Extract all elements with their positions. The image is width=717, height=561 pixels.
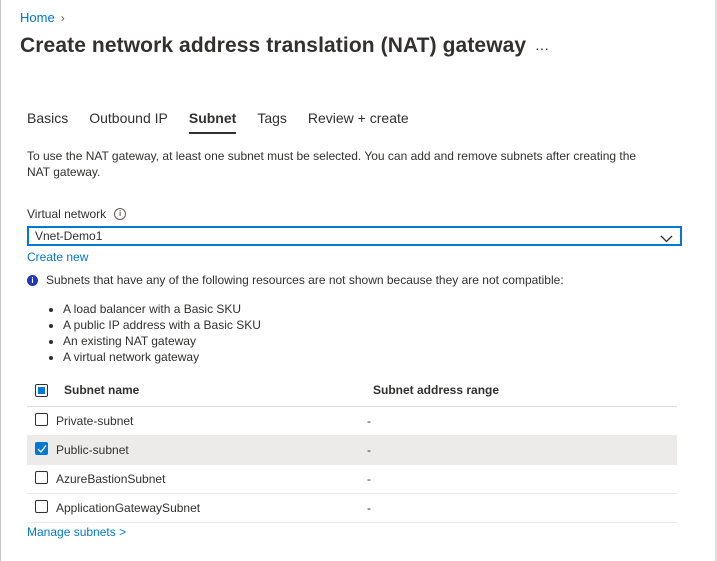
row-checkbox[interactable] <box>35 442 48 455</box>
table-row[interactable]: ApplicationGatewaySubnet - <box>27 494 677 523</box>
page-title: Create network address translation (NAT)… <box>20 34 527 57</box>
breadcrumb: Home › <box>20 10 65 25</box>
row-checkbox[interactable] <box>35 413 48 426</box>
table-row[interactable]: Public-subnet - <box>27 436 677 465</box>
subnet-range-cell: - <box>367 443 371 457</box>
subnet-range-cell: - <box>367 501 371 515</box>
row-checkbox[interactable] <box>35 471 48 484</box>
tab-basics[interactable]: Basics <box>27 110 68 134</box>
more-options-button[interactable]: ··· <box>535 40 549 56</box>
incompatible-resource-list: A load balancer with a Basic SKU A publi… <box>27 301 261 365</box>
subnet-name-cell: ApplicationGatewaySubnet <box>56 501 201 515</box>
partial-check-mark <box>38 387 45 394</box>
virtual-network-label: Virtual network <box>27 207 107 221</box>
subnet-name-cell: Public-subnet <box>56 443 129 457</box>
breadcrumb-home-link[interactable]: Home <box>20 10 55 25</box>
table-row[interactable]: AzureBastionSubnet - <box>27 465 677 494</box>
manage-subnets-link[interactable]: Manage subnets > <box>27 525 126 539</box>
column-header-subnet-name: Subnet name <box>64 383 140 397</box>
subnet-name-cell: AzureBastionSubnet <box>56 472 166 486</box>
tab-tags[interactable]: Tags <box>257 110 287 134</box>
list-item: An existing NAT gateway <box>63 333 261 349</box>
tab-outbound-ip[interactable]: Outbound IP <box>89 110 168 134</box>
list-item: A virtual network gateway <box>63 349 261 365</box>
subnet-name-cell: Private-subnet <box>56 414 134 428</box>
compat-notice: i Subnets that have any of the following… <box>27 273 564 287</box>
info-filled-icon: i <box>27 274 38 286</box>
checkmark-icon <box>37 445 47 454</box>
tab-review-create[interactable]: Review + create <box>308 110 409 134</box>
left-border <box>0 0 1 561</box>
tab-subnet[interactable]: Subnet <box>188 110 237 134</box>
subnet-description: To use the NAT gateway, at least one sub… <box>27 149 637 179</box>
info-icon[interactable]: i <box>114 208 127 220</box>
list-item: A public IP address with a Basic SKU <box>63 317 261 333</box>
row-checkbox[interactable] <box>35 500 48 513</box>
virtual-network-label-row: Virtual network i <box>27 207 127 221</box>
virtual-network-selected-value: Vnet-Demo1 <box>35 229 103 243</box>
compat-notice-text: Subnets that have any of the following r… <box>46 273 564 287</box>
create-new-link[interactable]: Create new <box>27 250 88 264</box>
tab-bar: Basics Outbound IP Subnet Tags Review + … <box>27 110 430 134</box>
subnet-range-cell: - <box>367 472 371 486</box>
chevron-right-icon: › <box>60 10 65 25</box>
select-all-checkbox[interactable] <box>35 384 48 397</box>
column-header-address-range: Subnet address range <box>373 383 500 397</box>
table-row[interactable]: Private-subnet - <box>27 407 677 436</box>
list-item: A load balancer with a Basic SKU <box>63 301 261 317</box>
chevron-down-icon <box>660 230 673 248</box>
virtual-network-dropdown[interactable]: Vnet-Demo1 <box>27 226 682 246</box>
subnet-range-cell: - <box>367 414 371 428</box>
